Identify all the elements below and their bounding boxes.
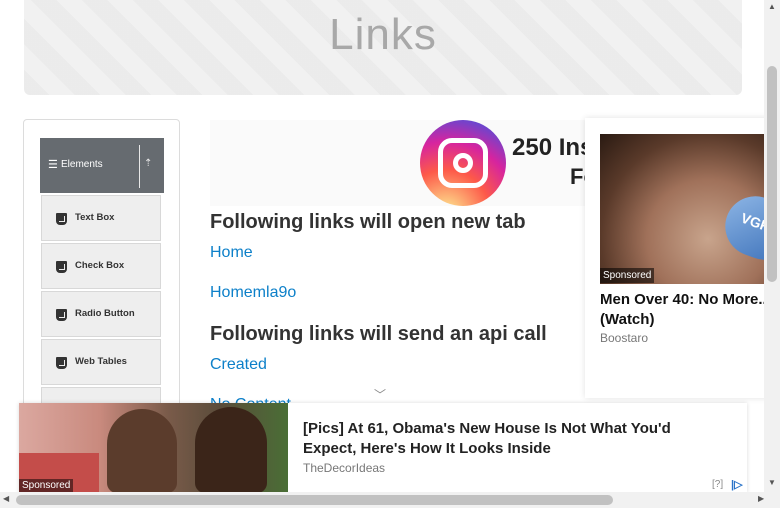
horizontal-scroll-thumb[interactable] [16,495,613,505]
scroll-right-icon[interactable]: ▶ [758,494,764,503]
scroll-down-icon[interactable]: ▼ [768,478,776,487]
sidebar-item-radio-button[interactable]: Radio Button [41,291,161,337]
sidebar-item-label: Check Box [75,260,125,271]
sidebar-item-text-box[interactable]: Text Box [41,195,161,241]
ad-brand: Boostaro [600,331,649,345]
page-banner: Links [24,0,742,95]
chevron-down-icon[interactable]: ﹀ [374,386,386,403]
ad-brand: TheDecorIdeas [303,461,386,475]
sidebar-item-label: Radio Button [75,308,135,319]
collapse-icon[interactable]: ⇡ [144,158,152,169]
html5-icon [56,357,67,369]
ad-headline[interactable]: [Pics] At 61, Obama's New House Is Not W… [303,419,723,459]
sidebar-item-web-tables[interactable]: Web Tables [41,339,161,385]
vertical-scroll-thumb[interactable] [767,66,777,282]
sponsored-ad-bottom[interactable]: Sponsored [Pics] At 61, Obama's New Hous… [19,403,747,493]
html5-icon [56,309,67,321]
adchoices-icon[interactable]: |▷ [731,478,743,491]
new-tab-heading: Following links will open new tab [210,211,526,233]
created-link[interactable]: Created [210,356,267,374]
ad-text: 250 Insta [512,134,590,161]
sidebar-group-label: Elements [61,159,103,170]
horizontal-scrollbar[interactable]: ◀ ▶ [0,492,780,508]
ad-headline[interactable]: Men Over 40: No More... (Watch) [600,290,780,330]
dynamic-home-link[interactable]: Homemla9o [210,284,296,302]
sidebar-item-check-box[interactable]: Check Box [41,243,161,289]
sponsored-ad-right[interactable]: VGR Sponsored Men Over 40: No More... (W… [585,118,780,398]
scroll-up-icon[interactable]: ▲ [768,2,776,11]
scroll-left-icon[interactable]: ◀ [3,494,9,503]
sidebar-group-elements[interactable]: ☰ Elements ⇡ [40,138,164,193]
sidebar-item-label: Web Tables [75,356,127,367]
menu-icon: ☰ [48,159,58,171]
sidebar-item-label: Text Box [75,212,115,223]
api-call-heading: Following links will send an api call [210,323,547,345]
sponsored-badge: Sponsored [19,479,74,492]
html5-icon [56,213,67,225]
home-link[interactable]: Home [210,244,253,262]
header-divider [139,145,140,188]
vertical-scrollbar[interactable]: ▲ ▼ [764,0,780,492]
html5-icon [56,261,67,273]
sponsored-badge: Sponsored [600,268,655,283]
instagram-ad-banner[interactable]: 250 Insta Follo [210,120,590,206]
ad-info-link[interactable]: [?] [712,479,723,490]
sidebar: ☰ Elements ⇡ Text Box Check Box Radio Bu… [23,119,180,449]
instagram-icon [420,120,506,206]
page-title: Links [329,10,437,59]
